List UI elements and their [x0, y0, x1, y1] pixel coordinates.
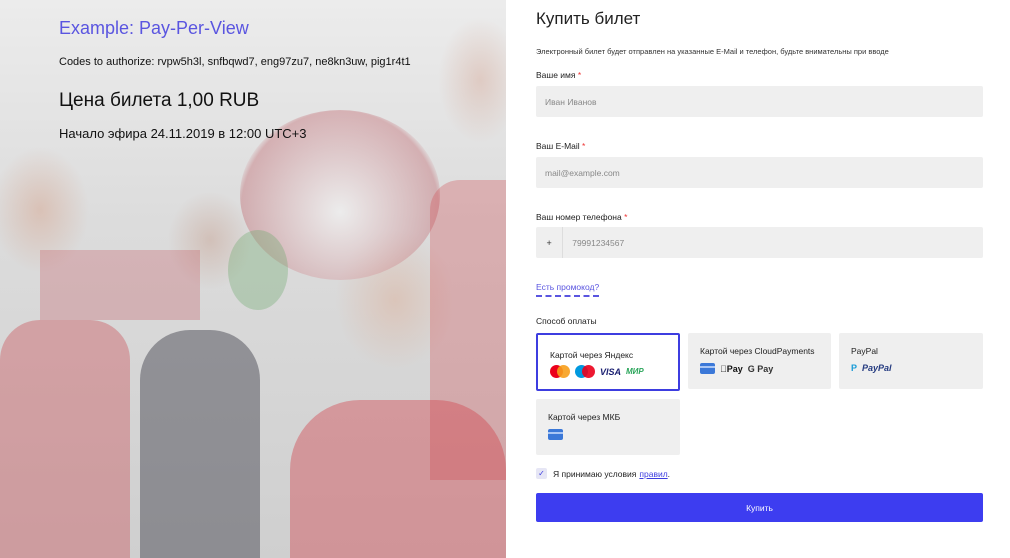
name-field-wrapper [536, 86, 983, 117]
form-notice: Электронный билет будет отправлен на ука… [536, 47, 889, 56]
event-info: Example: Pay-Per-View Codes to authorize… [59, 18, 411, 141]
visa-icon: VISA [600, 366, 622, 377]
payment-method-name: Картой через Яндекс [550, 350, 634, 360]
phone-input[interactable] [563, 227, 983, 258]
maestro-icon [575, 365, 595, 378]
required-mark: * [624, 212, 628, 222]
background-photo-person [430, 180, 506, 480]
terms-suffix: . [667, 468, 671, 479]
apple-pay-icon: Pay [720, 363, 743, 374]
required-mark: * [577, 70, 582, 80]
event-panel: Example: Pay-Per-View Codes to authorize… [0, 0, 506, 558]
name-label: Ваше имя * [536, 70, 582, 80]
payment-method-yandex[interactable]: Картой через Яндекс VISA МИР [536, 333, 680, 391]
card-icon [548, 429, 563, 440]
terms-rules-link[interactable]: правил [639, 469, 667, 479]
background-photo-person [0, 320, 130, 558]
purchase-form: Купить билет Электронный билет будет отп… [506, 0, 1010, 558]
google-pay-icon: G Pay [741, 363, 774, 374]
broadcast-start: Начало эфира 24.11.2019 в 12:00 UTC+3 [59, 126, 307, 141]
payment-icons [548, 429, 563, 440]
payment-method-name: PayPal [851, 346, 878, 356]
paypal-icon: P [851, 363, 858, 373]
email-label: Ваш E-Mail * [536, 141, 586, 151]
card-icon [700, 363, 715, 374]
payment-method-name: Картой через CloudPayments [700, 346, 815, 356]
phone-label: Ваш номер телефона * [536, 212, 628, 222]
phone-prefix: + [536, 227, 564, 258]
background-photo-person [140, 330, 260, 558]
background-photo-decoration [228, 230, 288, 310]
required-mark: * [582, 141, 586, 151]
payment-method-name: Картой через МКБ [548, 412, 621, 422]
payment-icons: VISA МИР [550, 365, 644, 378]
event-title: Example: Pay-Per-View [59, 18, 249, 38]
background-photo-banner [40, 250, 200, 320]
payment-method-label: Способ оплаты [536, 316, 597, 326]
terms-agreement: ✓ Я принимаю условия правил . [536, 468, 670, 479]
ticket-price: Цена билета 1,00 RUB [59, 90, 260, 111]
payment-icons: P PayPal [851, 363, 892, 373]
mastercard-icon [550, 365, 570, 378]
auth-codes: Codes to authorize: rvpw5h3l, snfbqwd7, … [59, 56, 411, 68]
terms-checkbox[interactable]: ✓ [536, 468, 547, 479]
payment-method-paypal[interactable]: PayPal P PayPal [839, 333, 983, 389]
payment-method-mkb[interactable]: Картой через МКБ [536, 399, 680, 455]
phone-field-wrapper: + [536, 227, 983, 258]
terms-text: Я принимаю условия [553, 468, 637, 479]
email-input[interactable] [536, 157, 983, 188]
name-input[interactable] [536, 86, 983, 117]
mir-icon: МИР [626, 367, 644, 376]
form-title: Купить билет [536, 9, 641, 28]
payment-method-cloudpayments[interactable]: Картой через CloudPayments Pay G Pay [688, 333, 831, 389]
buy-button[interactable]: Купить [536, 493, 983, 522]
promo-code-link[interactable]: Есть промокод? [536, 282, 600, 297]
paypal-logo: PayPal [862, 363, 892, 373]
email-field-wrapper [536, 157, 983, 188]
payment-icons: Pay G Pay [700, 363, 773, 374]
